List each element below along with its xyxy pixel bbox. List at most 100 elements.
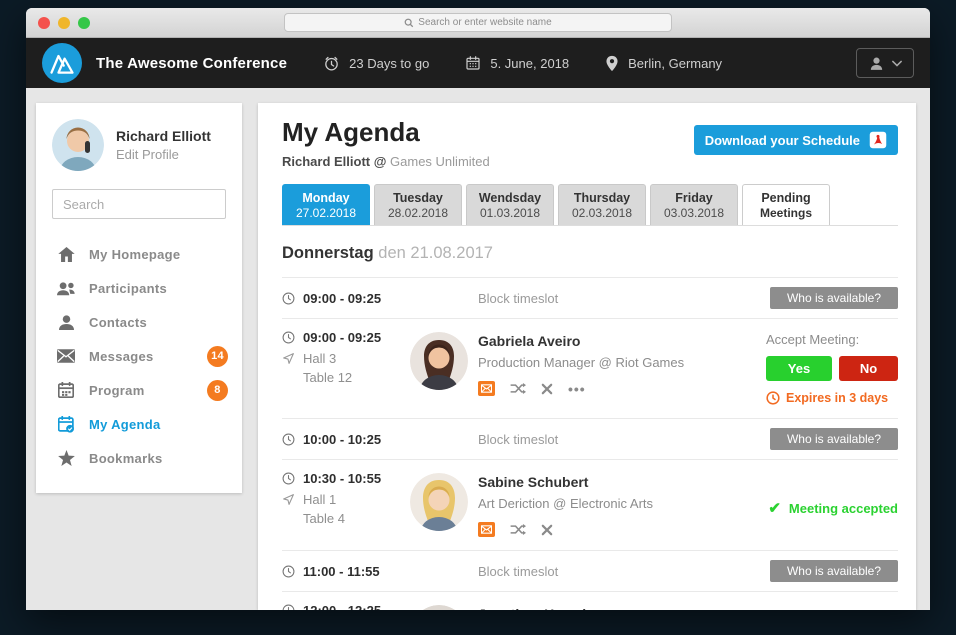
tab-date-label: 01.03.2018 bbox=[467, 206, 553, 220]
browser-chrome: Search or enter website name bbox=[26, 8, 930, 38]
agenda-row-meeting: 10:30 - 10:55 Hall 1 Table 4 bbox=[282, 459, 898, 550]
accept-no-button[interactable]: No bbox=[839, 356, 898, 381]
participant-name[interactable]: Gabriela Aveiro bbox=[478, 330, 766, 349]
address-bar[interactable]: Search or enter website name bbox=[284, 13, 672, 32]
conference-logo[interactable] bbox=[42, 43, 82, 83]
cancel-icon[interactable] bbox=[541, 383, 553, 395]
clock-icon bbox=[282, 472, 295, 485]
home-icon bbox=[56, 247, 76, 262]
program-calendar-icon bbox=[56, 382, 76, 398]
avatar[interactable] bbox=[410, 473, 468, 531]
tab-friday[interactable]: Friday 03.03.2018 bbox=[650, 184, 738, 225]
participant-role: Art Deriction @ Electronic Arts bbox=[478, 496, 766, 511]
location-arrow-icon bbox=[282, 493, 295, 506]
table-label: Table 4 bbox=[303, 511, 410, 526]
reschedule-icon[interactable] bbox=[510, 523, 526, 536]
date-info: 5. June, 2018 bbox=[465, 55, 569, 71]
close-window-button[interactable] bbox=[38, 17, 50, 29]
reschedule-icon[interactable] bbox=[510, 382, 526, 395]
tab-date-label: 03.03.2018 bbox=[651, 206, 737, 220]
page-title: My Agenda bbox=[282, 117, 490, 148]
who-is-available-button[interactable]: Who is available? bbox=[770, 287, 898, 309]
location-text: Berlin, Germany bbox=[628, 56, 722, 71]
timeslot: 11:00 - 11:55 bbox=[303, 564, 380, 579]
sidebar-item-label: My Agenda bbox=[89, 417, 161, 432]
chevron-down-icon bbox=[892, 60, 902, 67]
tab-day-label: Friday bbox=[651, 191, 737, 205]
location-pin-icon bbox=[605, 55, 619, 72]
participants-icon bbox=[56, 281, 76, 296]
agenda-row-meeting: 09:00 - 09:25 Hall 3 Table 12 bbox=[282, 318, 898, 418]
download-schedule-button[interactable]: Download your Schedule bbox=[694, 125, 898, 155]
sidebar-item-label: Bookmarks bbox=[89, 451, 163, 466]
location-info: Berlin, Germany bbox=[605, 55, 722, 72]
accept-yes-button[interactable]: Yes bbox=[766, 356, 832, 381]
tab-day-label: Monday bbox=[283, 191, 369, 205]
sidebar-item-program[interactable]: Program 8 bbox=[36, 373, 242, 407]
expires-note: Expires in 3 days bbox=[766, 391, 898, 405]
clock-icon bbox=[282, 331, 295, 344]
message-icon[interactable] bbox=[478, 381, 495, 396]
day-heading-name: Donnerstag bbox=[282, 244, 374, 262]
sidebar-item-bookmarks[interactable]: Bookmarks bbox=[36, 441, 242, 475]
gabriela-avatar-image bbox=[410, 332, 468, 390]
tab-date-label: 28.02.2018 bbox=[375, 206, 461, 220]
mountain-logo-icon bbox=[48, 51, 76, 75]
sidebar-item-label: Program bbox=[89, 383, 145, 398]
minimize-window-button[interactable] bbox=[58, 17, 70, 29]
avatar[interactable] bbox=[410, 605, 468, 610]
calendar-icon bbox=[465, 55, 481, 71]
more-options-icon[interactable]: ••• bbox=[568, 385, 586, 393]
user-menu-button[interactable] bbox=[856, 48, 914, 78]
tab-thursday[interactable]: Thursday 02.03.2018 bbox=[558, 184, 646, 225]
accept-meeting-label: Accept Meeting: bbox=[766, 332, 898, 347]
sidebar-search-input[interactable] bbox=[63, 197, 239, 212]
profile-texts: Richard Elliott Edit Profile bbox=[116, 128, 211, 162]
timeslot: 09:00 - 09:25 bbox=[303, 330, 381, 345]
subtitle-owner: Richard Elliott @ bbox=[282, 154, 386, 169]
tab-tuesday[interactable]: Tuesday 28.02.2018 bbox=[374, 184, 462, 225]
tab-monday[interactable]: Monday 27.02.2018 bbox=[282, 184, 370, 225]
tab-pending-meetings[interactable]: Pending Meetings bbox=[742, 184, 830, 225]
page-content: Richard Elliott Edit Profile My Homepage bbox=[26, 88, 930, 610]
app-header: The Awesome Conference 23 Days to go 5. … bbox=[26, 38, 930, 88]
contact-icon bbox=[56, 315, 76, 330]
avatar[interactable] bbox=[52, 119, 104, 171]
message-icon[interactable] bbox=[478, 522, 495, 537]
who-is-available-button[interactable]: Who is available? bbox=[770, 428, 898, 450]
browser-window: Search or enter website name The Awesome… bbox=[26, 8, 930, 610]
sidebar-item-participants[interactable]: Participants bbox=[36, 271, 242, 305]
cancel-icon[interactable] bbox=[541, 524, 553, 536]
clock-icon bbox=[282, 433, 295, 446]
zoom-window-button[interactable] bbox=[78, 17, 90, 29]
countdown-info: 23 Days to go bbox=[323, 55, 429, 72]
who-is-available-button[interactable]: Who is available? bbox=[770, 560, 898, 582]
sidebar-search bbox=[52, 189, 226, 219]
sidebar-item-contacts[interactable]: Contacts bbox=[36, 305, 242, 339]
page-subtitle: Richard Elliott @ Games Unlimited bbox=[282, 154, 490, 169]
meeting-actions: ••• bbox=[478, 381, 766, 396]
search-icon bbox=[404, 18, 414, 28]
profile-name: Richard Elliott bbox=[116, 128, 211, 144]
tab-date-label: 02.03.2018 bbox=[559, 206, 645, 220]
participant-name[interactable]: Sabine Schubert bbox=[478, 471, 766, 490]
avatar[interactable] bbox=[410, 332, 468, 390]
richard-avatar-image bbox=[52, 119, 104, 171]
tab-wednesday[interactable]: Wendsday 01.03.2018 bbox=[466, 184, 554, 225]
address-bar-placeholder: Search or enter website name bbox=[418, 17, 551, 28]
day-heading-date: den 21.08.2017 bbox=[378, 244, 493, 262]
sabine-avatar-image bbox=[410, 473, 468, 531]
block-timeslot-label: Block timeslot bbox=[478, 564, 766, 579]
edit-profile-link[interactable]: Edit Profile bbox=[116, 147, 211, 162]
tab-date-label: Meetings bbox=[743, 206, 829, 220]
alarm-clock-icon bbox=[323, 55, 340, 72]
sidebar-item-label: Messages bbox=[89, 349, 154, 364]
sidebar-item-my-homepage[interactable]: My Homepage bbox=[36, 237, 242, 271]
block-timeslot-label: Block timeslot bbox=[478, 432, 766, 447]
clock-icon bbox=[282, 565, 295, 578]
tab-day-label: Pending bbox=[743, 191, 829, 205]
day-tabs: Monday 27.02.2018 Tuesday 28.02.2018 Wen… bbox=[282, 184, 898, 226]
sidebar-item-messages[interactable]: Messages 14 bbox=[36, 339, 242, 373]
sidebar-item-my-agenda[interactable]: My Agenda bbox=[36, 407, 242, 441]
participant-name[interactable]: Jonathan Hamel bbox=[478, 603, 766, 610]
